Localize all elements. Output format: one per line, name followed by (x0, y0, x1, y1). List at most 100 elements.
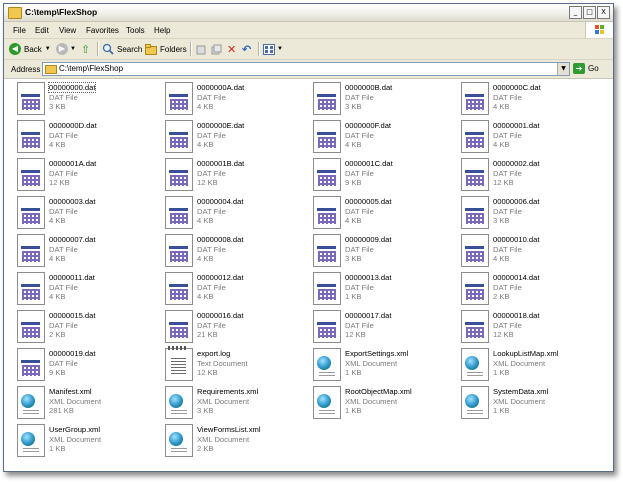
file-type: DAT File (493, 321, 522, 330)
file-item[interactable]: 0000001B.dat DAT File 12 KB (163, 157, 311, 194)
file-item[interactable]: 00000014.dat DAT File 2 KB (459, 271, 607, 308)
file-item[interactable]: ViewFormsList.xml XML Document 2 KB (163, 423, 311, 460)
file-item[interactable]: 00000007.dat DAT File 4 KB (15, 233, 163, 270)
file-list-pane[interactable]: 00000000.dat DAT File 3 KB 0000000A.dat DAT … (4, 79, 613, 471)
file-name: 00000002.dat (493, 159, 540, 168)
file-type: DAT File (49, 245, 78, 254)
xml-document-icon (17, 386, 45, 419)
file-size: 3 KB (49, 102, 66, 111)
title-bar[interactable]: C:\temp\FlexShop _ □ X (4, 4, 613, 22)
up-folder-button[interactable]: ⇧ (81, 41, 90, 57)
file-size: 12 KB (197, 368, 218, 377)
dat-file-icon (313, 196, 341, 229)
file-item[interactable]: 00000004.dat DAT File 4 KB (163, 195, 311, 232)
file-item[interactable]: RootObjectMap.xml XML Document 1 KB (311, 385, 459, 422)
chevron-down-icon: ▼ (44, 46, 51, 52)
menu-file[interactable]: File (13, 26, 26, 35)
file-item[interactable]: 00000018.dat DAT File 12 KB (459, 309, 607, 346)
menu-edit[interactable]: Edit (35, 26, 49, 35)
forward-button[interactable]: ▶ ▼ (56, 41, 76, 57)
file-item[interactable]: 00000003.dat DAT File 4 KB (15, 195, 163, 232)
move-to-button[interactable] (196, 41, 207, 57)
file-size: 9 KB (345, 178, 362, 187)
menu-help[interactable]: Help (154, 26, 170, 35)
file-size: 12 KB (49, 178, 70, 187)
file-item[interactable]: 00000005.dat DAT File 4 KB (311, 195, 459, 232)
file-size: 4 KB (197, 254, 214, 263)
file-type: DAT File (345, 93, 374, 102)
file-item[interactable]: 00000001.dat DAT File 4 KB (459, 119, 607, 156)
forward-arrow-icon: ▶ (56, 43, 68, 55)
search-icon (102, 43, 114, 55)
folders-button[interactable]: Folders (145, 41, 187, 57)
file-item[interactable]: ExportSettings.xml XML Document 1 KB (311, 347, 459, 384)
file-item[interactable]: 00000000.dat DAT File 3 KB (15, 81, 163, 118)
address-dropdown-button[interactable]: ▼ (557, 63, 569, 75)
file-item[interactable]: LookupListMap.xml XML Document 1 KB (459, 347, 607, 384)
file-item[interactable]: 00000002.dat DAT File 12 KB (459, 157, 607, 194)
file-item[interactable]: 0000001C.dat DAT File 9 KB (311, 157, 459, 194)
file-size: 12 KB (345, 330, 366, 339)
xml-document-icon (313, 348, 341, 381)
views-button[interactable]: ▼ (263, 41, 283, 57)
file-item[interactable]: 0000000A.dat DAT File 4 KB (163, 81, 311, 118)
back-button[interactable]: ◀ Back ▼ (9, 41, 51, 57)
menu-view[interactable]: View (59, 26, 76, 35)
file-item[interactable]: 00000009.dat DAT File 3 KB (311, 233, 459, 270)
file-item[interactable]: 0000000B.dat DAT File 3 KB (311, 81, 459, 118)
file-item[interactable]: Manifest.xml XML Document 281 KB (15, 385, 163, 422)
windows-flag-icon (595, 25, 605, 35)
file-item[interactable]: 00000016.dat DAT File 21 KB (163, 309, 311, 346)
folder-icon (8, 7, 22, 19)
file-item[interactable]: 0000000F.dat DAT File 4 KB (311, 119, 459, 156)
file-size: 2 KB (493, 292, 510, 301)
menu-tools[interactable]: Tools (126, 26, 145, 35)
file-type: DAT File (197, 131, 226, 140)
address-input[interactable]: C:\temp\FlexShop ▼ (42, 62, 570, 76)
dat-file-icon (165, 82, 193, 115)
file-item[interactable]: 0000000D.dat DAT File 4 KB (15, 119, 163, 156)
file-item[interactable]: 00000017.dat DAT File 12 KB (311, 309, 459, 346)
dat-file-icon (461, 234, 489, 267)
file-item[interactable]: 00000006.dat DAT File 3 KB (459, 195, 607, 232)
file-item[interactable]: 0000000C.dat DAT File 4 KB (459, 81, 607, 118)
file-type: DAT File (197, 321, 226, 330)
menu-favorites[interactable]: Favorites (86, 26, 119, 35)
go-button[interactable]: ➔ Go (573, 63, 599, 74)
file-type: DAT File (49, 283, 78, 292)
file-item[interactable]: UserGroup.xml XML Document 1 KB (15, 423, 163, 460)
folder-icon (45, 65, 57, 74)
file-name: 0000000F.dat (345, 121, 392, 130)
file-name: 00000004.dat (197, 197, 244, 206)
dat-file-icon (461, 120, 489, 153)
minimize-button[interactable]: _ (569, 6, 582, 19)
file-item[interactable]: 00000013.dat DAT File 1 KB (311, 271, 459, 308)
file-item[interactable]: 00000008.dat DAT File 4 KB (163, 233, 311, 270)
file-name: 0000000C.dat (493, 83, 541, 92)
file-name: UserGroup.xml (49, 425, 101, 434)
dat-file-icon (165, 310, 193, 343)
file-item[interactable]: Requirements.xml XML Document 3 KB (163, 385, 311, 422)
file-item[interactable]: export.log Text Document 12 KB (163, 346, 311, 384)
search-button[interactable]: Search (102, 41, 142, 57)
undo-button[interactable]: ↶ (242, 41, 251, 57)
maximize-button[interactable]: □ (583, 6, 596, 19)
file-item[interactable]: SystemData.xml XML Document 1 KB (459, 385, 607, 422)
delete-button[interactable]: ✕ (227, 41, 236, 57)
file-item[interactable]: 00000011.dat DAT File 4 KB (15, 271, 163, 308)
file-item[interactable]: 0000000E.dat DAT File 4 KB (163, 119, 311, 156)
file-size: 9 KB (49, 368, 66, 377)
file-item[interactable]: 0000001A.dat DAT File 12 KB (15, 157, 163, 194)
file-name: 00000015.dat (49, 311, 96, 320)
dat-file-icon (461, 272, 489, 305)
file-type: XML Document (345, 397, 398, 406)
file-item[interactable]: 00000019.dat DAT File 9 KB (15, 347, 163, 384)
file-item[interactable]: 00000012.dat DAT File 4 KB (163, 271, 311, 308)
file-item[interactable]: 00000015.dat DAT File 2 KB (15, 309, 163, 346)
file-item[interactable]: 00000010.dat DAT File 4 KB (459, 233, 607, 270)
dat-file-icon (165, 120, 193, 153)
close-button[interactable]: X (597, 6, 610, 19)
window-controls: _ □ X (569, 6, 610, 19)
copy-to-button[interactable] (211, 41, 222, 57)
file-size: 4 KB (49, 216, 66, 225)
